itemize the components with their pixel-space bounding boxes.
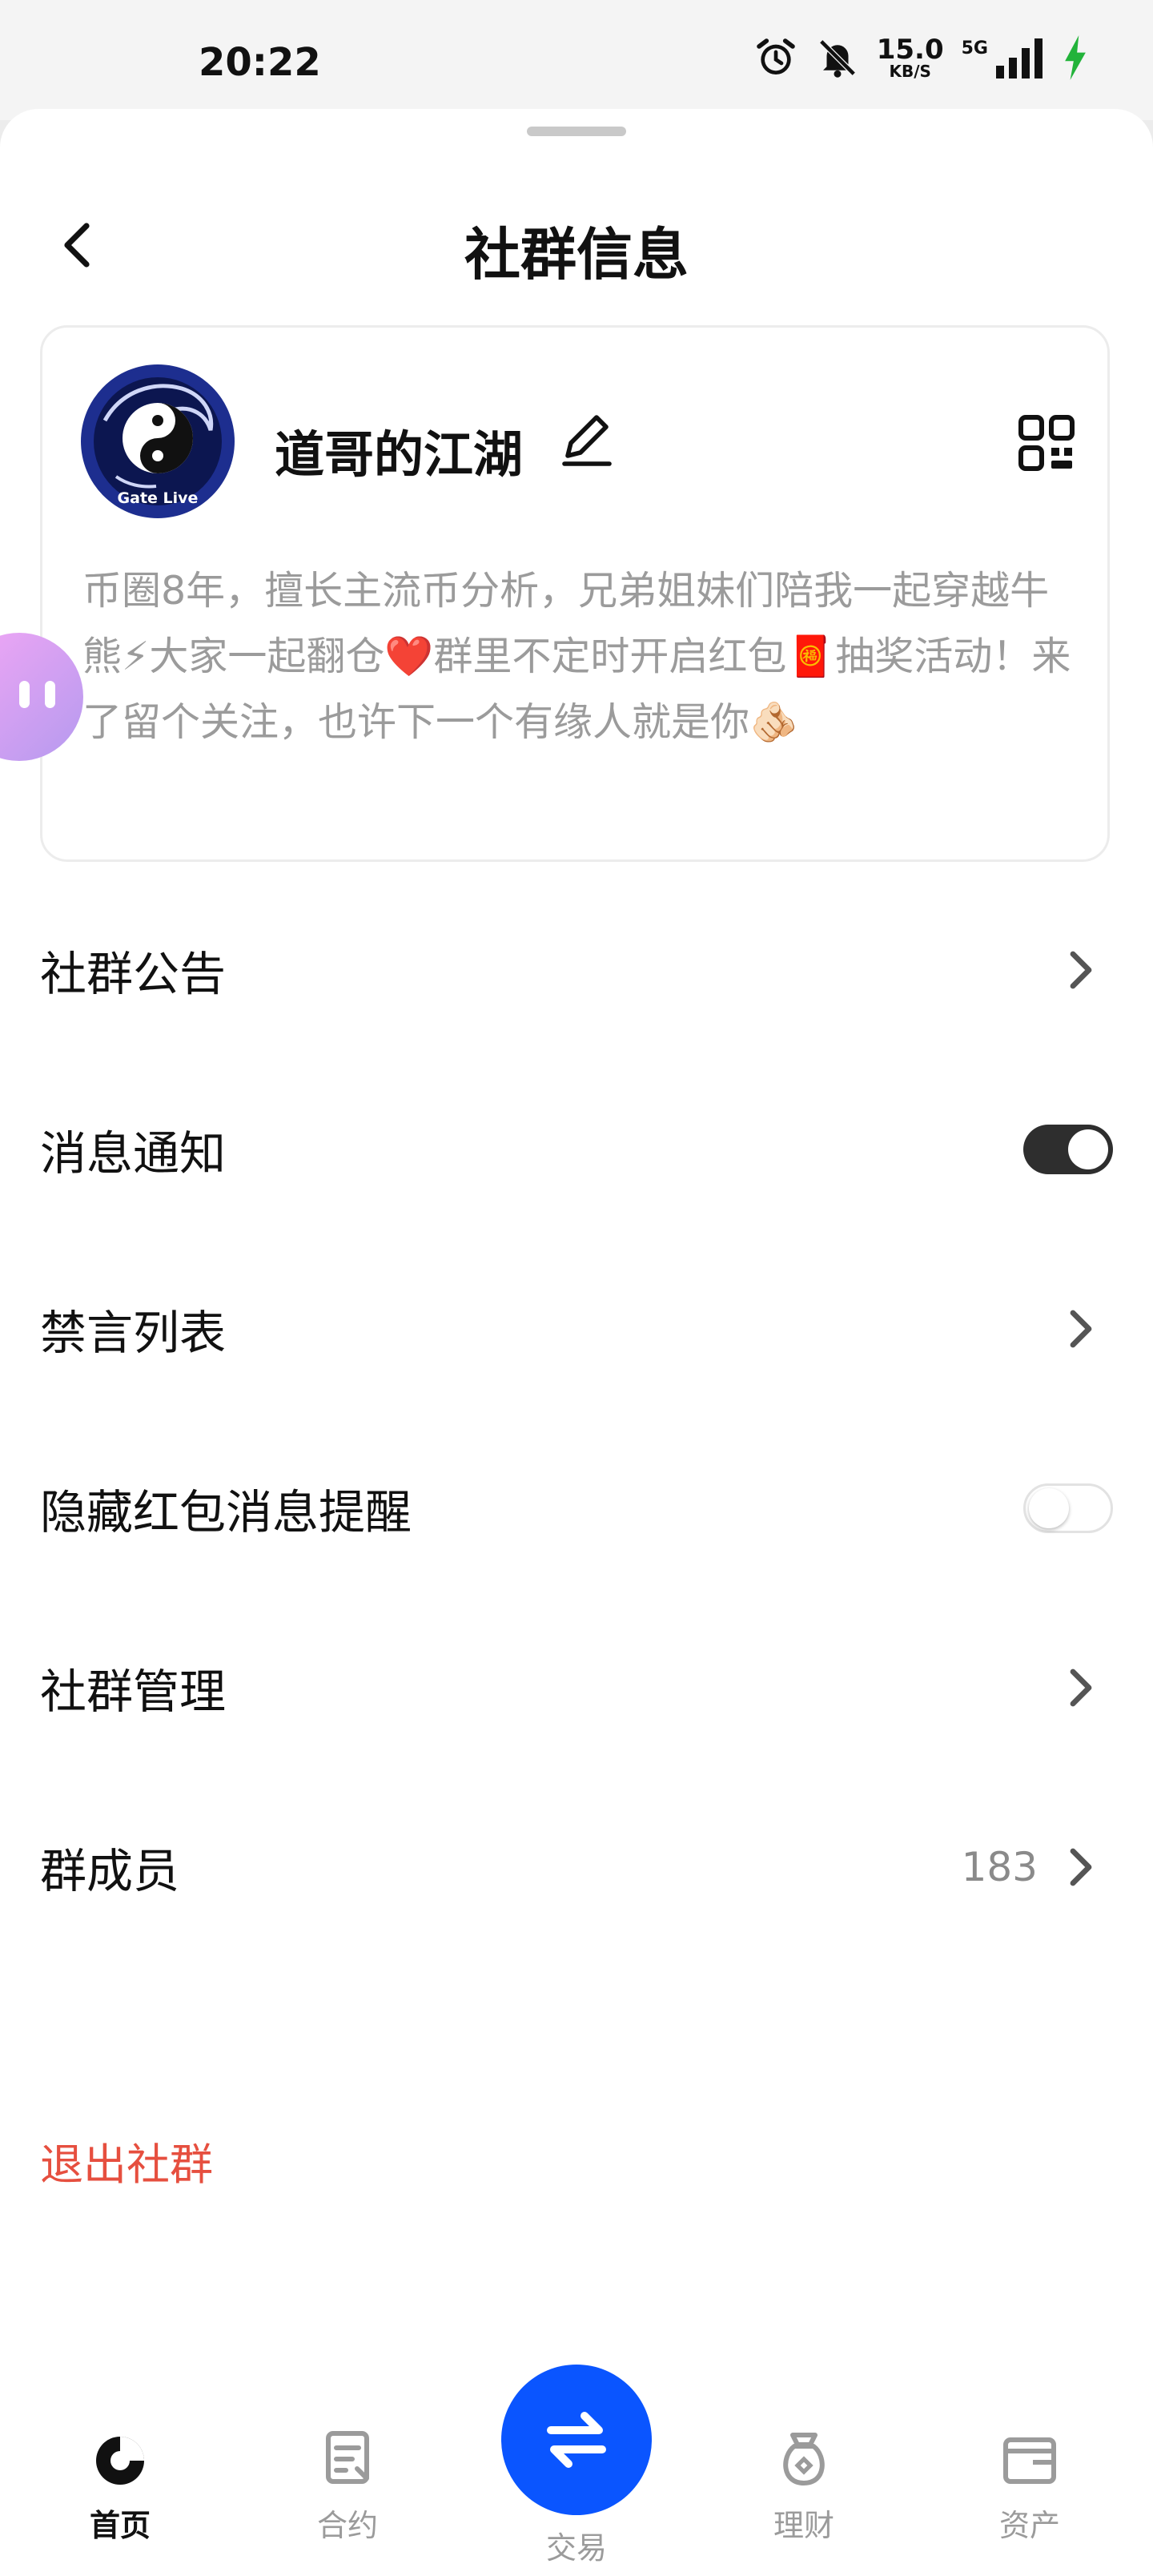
members-label: 群成员 [40,1844,180,1898]
trade-button[interactable] [501,2365,652,2515]
assistant-eye-icon [45,681,55,708]
drag-handle[interactable] [527,127,626,136]
toggle-knob [1029,1488,1069,1528]
chevron-right-icon [1070,951,1092,989]
management-row[interactable]: 社群管理 [0,1628,1153,1748]
qr-code-icon[interactable] [1018,414,1075,472]
notifications-label: 消息通知 [40,1126,227,1181]
edit-name-icon[interactable] [555,408,619,472]
tab-label: 理财 [773,2508,834,2543]
network-speed-unit: KB/S [889,62,931,81]
trade-icon [547,2412,606,2468]
network-speed-value: 15.0 [876,34,944,66]
tab-assets[interactable]: 资产 [958,2427,1102,2571]
bottom-tab-bar: 首页 合约 交易 理财 资产 [0,2365,1153,2576]
group-name: 道哥的江湖 [275,425,524,484]
group-avatar[interactable]: Gate Live [81,364,235,518]
home-icon [96,2437,144,2485]
hide-redpacket-row: 隐藏红包消息提醒 [0,1448,1153,1568]
mute-list-label: 禁言列表 [40,1306,227,1360]
group-description: 币圈8年，擅长主流币分析，兄弟姐妹们陪我一起穿越牛熊⚡大家一起翻仓❤️群里不定时… [82,568,1071,745]
contract-icon [326,2431,369,2484]
hide-redpacket-toggle[interactable] [1023,1483,1113,1533]
signal-icon [994,37,1046,78]
chevron-right-icon [1070,1668,1092,1707]
group-profile-card: Gate Live 道哥的江湖 币圈8年，擅长主流币分析，兄弟姐妹们陪我一起穿越… [40,325,1110,862]
members-row[interactable]: 群成员 183 [0,1807,1153,1927]
battery-charging-icon [1063,35,1087,80]
avatar-caption: Gate Live [117,489,199,507]
announcement-row[interactable]: 社群公告 [0,910,1153,1030]
tab-finance[interactable]: 理财 [732,2427,876,2571]
alarm-icon [753,35,798,80]
page-title: 社群信息 [464,222,689,288]
notifications-row: 消息通知 [0,1089,1153,1210]
tab-label: 合约 [316,2508,378,2543]
status-bar: 20:22 15.0 KB/S 5G [0,0,1153,120]
network-speed: 15.0 KB/S [877,36,944,79]
tab-label: 资产 [998,2508,1060,2543]
member-count: 183 [961,1844,1038,1890]
group-info-sheet: 社群信息 Gate Live 道哥的江湖 币圈8年，擅长主流币分析，兄弟姐妹们陪… [0,109,1153,2576]
tab-label: 交易 [545,2530,607,2566]
tab-home[interactable]: 首页 [48,2427,192,2571]
chevron-right-icon [1070,1848,1092,1886]
notifications-toggle[interactable] [1023,1125,1113,1174]
exit-group-button[interactable]: 退出社群 [40,2129,213,2192]
assistant-eye-icon [19,681,30,708]
status-time: 20:22 [199,40,321,85]
wallet-icon [1003,2437,1056,2484]
management-label: 社群管理 [40,1664,227,1719]
finance-icon [783,2433,825,2485]
tab-contract[interactable]: 合约 [275,2427,420,2571]
hide-redpacket-label: 隐藏红包消息提醒 [40,1485,412,1540]
announcement-label: 社群公告 [40,947,227,1001]
bell-off-icon [816,36,859,79]
network-type: 5G [961,38,988,58]
mute-list-row[interactable]: 禁言列表 [0,1269,1153,1389]
chevron-right-icon [1070,1310,1092,1348]
tab-label: 首页 [89,2508,151,2543]
status-icons: 15.0 KB/S 5G [753,35,1087,80]
toggle-knob [1068,1129,1108,1169]
